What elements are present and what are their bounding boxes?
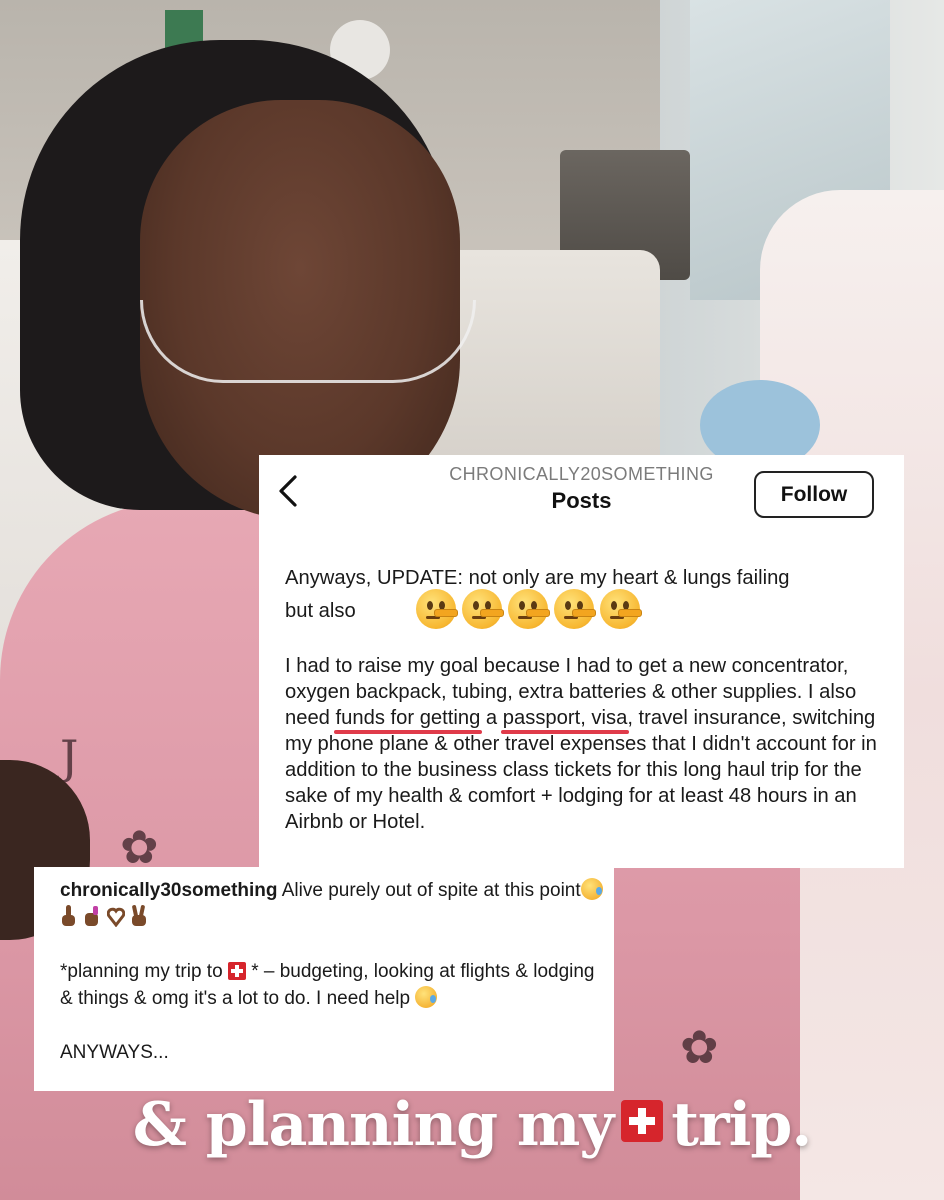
lying-face-icon [414, 587, 458, 631]
lying-face-icon [552, 587, 596, 631]
post-paragraph: I had to raise my goal because I had to … [285, 655, 877, 833]
caption-line-1: chronically30something Alive purely out … [60, 877, 605, 931]
lying-face-icon [460, 587, 504, 631]
underlined-passport: passport, visa [502, 707, 628, 729]
post-text: Anyways, UPDATE: not only are my heart &… [285, 565, 885, 835]
oxygen-tube [140, 300, 476, 383]
caption-card: chronically30something Alive purely out … [34, 867, 614, 1091]
smiling-tear-icon [415, 986, 438, 1008]
lying-face-icon [506, 587, 550, 631]
caption-text: chronically30something Alive purely out … [60, 877, 605, 1066]
smiling-tear-icon [580, 878, 603, 900]
caption-line-3: ANYWAYS... [60, 1042, 169, 1063]
swiss-flag-icon [621, 1100, 664, 1142]
swiss-flag-icon [227, 962, 246, 980]
caption-line-2: *planning my trip to * – budgeting, look… [60, 961, 595, 1009]
caption-username[interactable]: chronically30something [60, 880, 278, 901]
follow-button[interactable]: Follow [754, 471, 874, 518]
lying-face-emoji-row [414, 587, 642, 631]
overlay-headline: & planning my trip. [132, 1090, 813, 1160]
heart-hands-icon [106, 905, 125, 928]
lying-face-icon [598, 587, 642, 631]
instagram-post-card: CHRONICALLY20SOMETHING Posts Follow Anyw… [259, 455, 904, 868]
underlined-funds: funds for getting [335, 707, 481, 729]
post-line-2: but also [285, 600, 356, 622]
nail-polish-icon [83, 905, 101, 927]
victory-hand-icon [130, 905, 148, 927]
pointing-down-icon [60, 905, 78, 927]
